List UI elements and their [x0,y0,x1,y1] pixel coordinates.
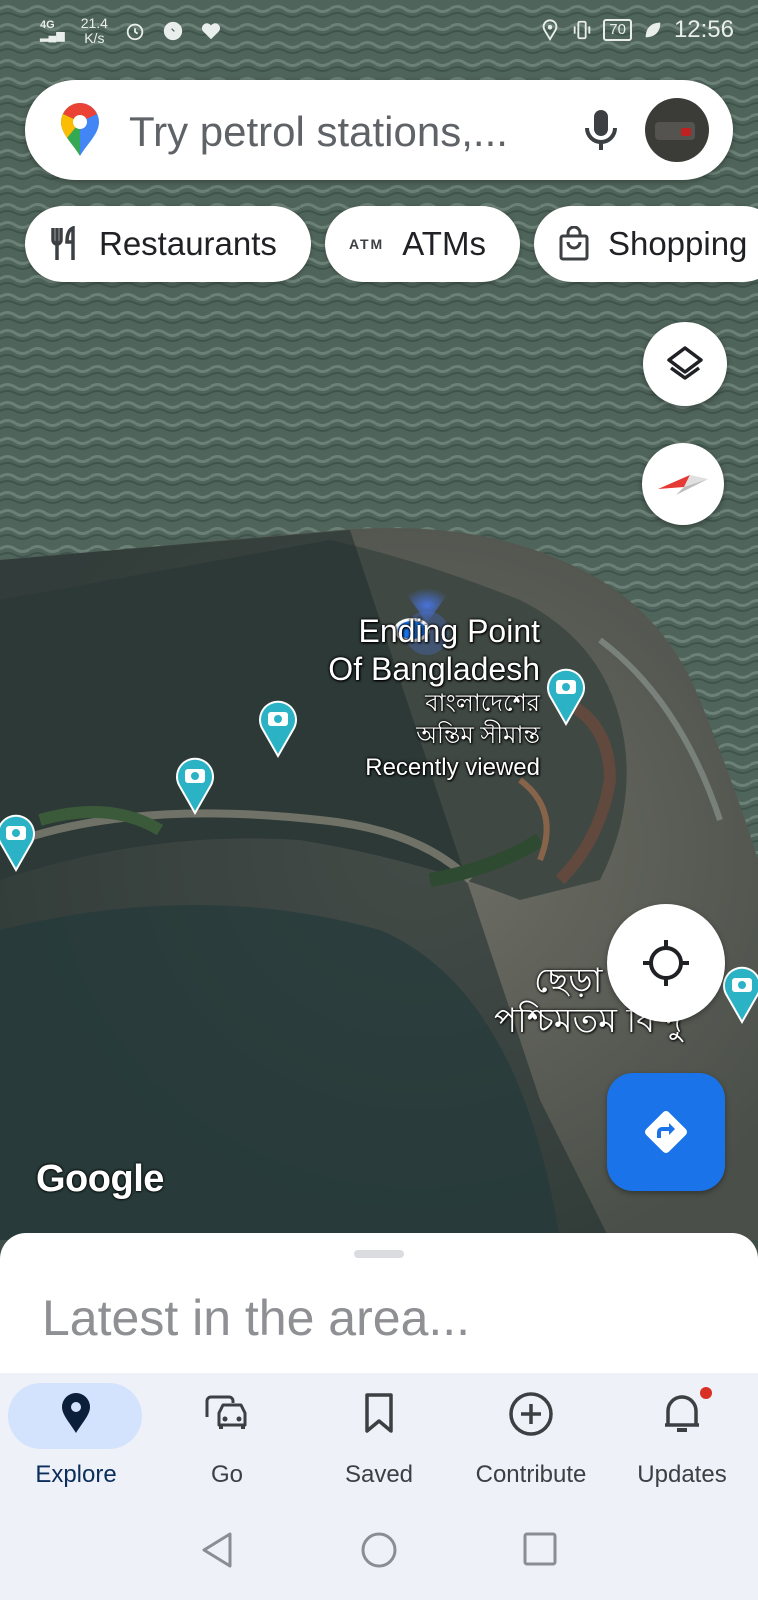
place-name-line2: Of Bangladesh [328,651,540,687]
chip-restaurants[interactable]: Restaurants [25,206,311,282]
photo-pin-icon[interactable] [722,964,758,1024]
photo-pin-icon[interactable] [175,755,215,815]
drag-handle[interactable] [354,1250,404,1258]
nav-label: Updates [637,1461,727,1488]
add-circle-icon [509,1392,553,1436]
place-local-name-line2: অন্তিম সীমান্ত [416,722,540,749]
photo-pin-icon[interactable] [0,812,36,872]
category-chips: Restaurants ATM ATMs Shopping [25,206,758,282]
notification-badge [700,1387,712,1399]
nav-go[interactable]: Go [151,1373,303,1495]
status-bar: 4G ▂▄▆ 21.4 K/s 70 12:56 [0,0,758,64]
bookmark-icon [365,1393,393,1433]
nav-label: Go [210,1461,243,1488]
my-location-button[interactable] [607,904,725,1022]
photo-pin-icon[interactable] [546,666,586,726]
photo-pin-icon[interactable] [258,698,298,758]
search-bar[interactable]: Try petrol stations,... [25,80,733,180]
compass-button[interactable] [642,443,724,525]
nav-explore[interactable]: Explore [0,1373,152,1495]
chip-atms[interactable]: ATM ATMs [324,206,520,282]
bottom-nav: Explore Go Saved Contribute Updates [0,1373,758,1495]
power-saving-icon [645,22,661,38]
chip-label: ATMs [402,225,486,262]
directions-icon [645,1111,687,1153]
microphone-icon[interactable] [579,106,623,154]
nav-label: Saved [344,1461,414,1488]
alarm-icon [126,23,144,41]
search-input[interactable]: Try petrol stations,... [129,108,549,156]
nav-updates[interactable]: Updates [606,1373,758,1495]
recently-viewed-label: Recently viewed [365,754,540,781]
battery-indicator: 70 [603,19,632,41]
nav-saved[interactable]: Saved [303,1373,455,1495]
avatar[interactable] [645,98,709,162]
location-status-icon [542,19,558,41]
place-name-line1: Ending Point [358,613,540,649]
sheet-title: Latest in the area... [42,1290,471,1346]
crosshair-icon [643,940,689,986]
shopping-bag-icon [559,226,589,261]
atm-icon: ATM [348,236,385,252]
maps-pin-icon [61,103,99,156]
chip-label: Shopping [607,225,748,262]
place-local-name-line1: বাংলাদেশের [425,690,540,717]
network-indicator: 4G ▂▄▆ [40,19,65,42]
back-icon[interactable] [200,1531,234,1569]
place-label-ending-point[interactable]: Ending Point Of Bangladesh বাংলাদেশের অন… [300,612,540,784]
place-label-secondary-line1[interactable]: ছেড়া [534,960,603,1002]
compass-icon [658,475,708,495]
layers-icon [667,346,703,380]
chip-shopping[interactable]: Shopping [533,206,758,282]
fork-knife-icon [51,226,75,260]
bottom-sheet[interactable]: Latest in the area... [0,1233,758,1373]
car-icon [205,1395,247,1429]
map-view[interactable]: Ending Point Of Bangladesh বাংলাদেশের অন… [0,0,758,1240]
system-nav-bar [0,1495,758,1600]
directions-button[interactable] [607,1073,725,1191]
nav-label: Contribute [475,1461,587,1488]
home-icon[interactable] [360,1531,398,1569]
recents-icon[interactable] [522,1531,558,1567]
location-pin-icon [62,1393,90,1433]
network-speed: 21.4 K/s [80,15,108,46]
nav-label: Explore [35,1461,117,1488]
messenger-icon [163,21,183,41]
google-watermark: Google [36,1158,164,1200]
bell-icon [665,1395,699,1432]
chip-label: Restaurants [99,225,277,262]
nav-contribute[interactable]: Contribute [455,1373,607,1495]
layers-button[interactable] [643,322,727,406]
vibrate-icon [574,20,591,40]
heart-icon [201,23,221,40]
clock: 12:56 [673,16,734,43]
